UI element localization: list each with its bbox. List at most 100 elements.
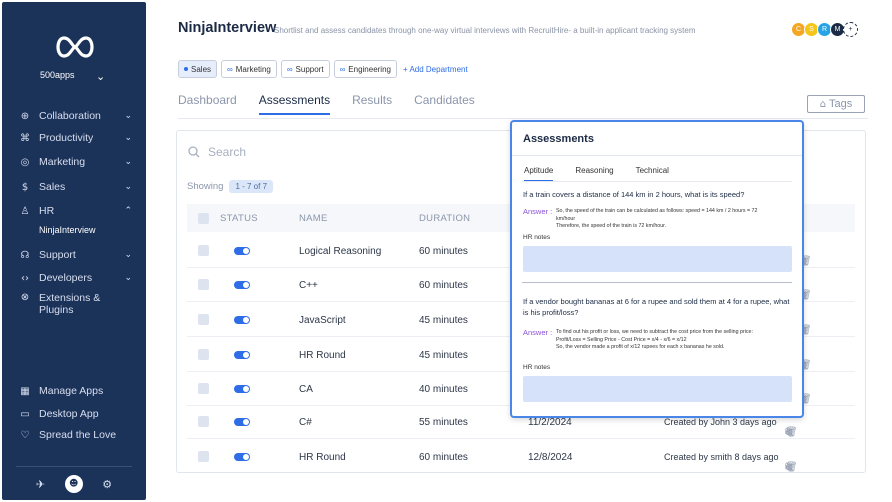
sidebar-footer: ✈ ☻ ⚙ xyxy=(2,472,146,496)
tags-button[interactable]: ⌂ Tags xyxy=(807,95,865,113)
chevron-down-icon: ⌄ xyxy=(124,133,132,143)
sidebar-item-marketing[interactable]: ◎ Marketing ⌄ xyxy=(18,153,136,171)
search-bar[interactable]: Search xyxy=(188,145,246,159)
column-duration[interactable]: DURATION xyxy=(419,213,470,224)
status-toggle[interactable] xyxy=(234,418,250,426)
sidebar-item-desktop-app[interactable]: ▭ Desktop App xyxy=(18,405,136,423)
assessment-name: C++ xyxy=(299,280,318,291)
assessments-popup: Assessments Aptitude Reasoning Technical… xyxy=(510,120,804,418)
search-input[interactable]: Search xyxy=(208,145,246,159)
sidebar-item-manage-apps[interactable]: ▦ Manage Apps xyxy=(18,382,136,400)
sidebar-item-developers[interactable]: ‹› Developers ⌄ xyxy=(18,269,136,287)
hr-notes-field[interactable] xyxy=(523,376,792,402)
status-toggle[interactable] xyxy=(234,385,250,393)
sidebar-item-support[interactable]: ☊ Support ⌄ xyxy=(18,246,136,264)
command-icon: ⌘ xyxy=(20,132,30,144)
assessment-duration: 60 minutes xyxy=(419,280,468,291)
500apps-logo-icon[interactable] xyxy=(52,34,98,60)
dept-chip-support[interactable]: ∞ Support xyxy=(280,60,330,78)
hr-notes-label: HR notes xyxy=(523,364,551,371)
question-divider xyxy=(522,282,792,283)
tab-dashboard[interactable]: Dashboard xyxy=(178,93,237,115)
assessment-duration: 60 minutes xyxy=(419,452,468,463)
add-department-link[interactable]: + Add Department xyxy=(403,65,468,74)
org-name[interactable]: 500apps xyxy=(40,70,75,80)
sidebar-item-label: Marketing xyxy=(39,156,86,168)
answer-line: Profit/Loss = Selling Price - Cost Price… xyxy=(556,336,687,343)
dollar-icon: $ xyxy=(21,181,29,193)
showing-range: 1 - 7 of 7 xyxy=(229,180,274,193)
add-member-icon[interactable]: + xyxy=(843,22,858,37)
status-toggle[interactable] xyxy=(234,351,250,359)
chevron-down-icon[interactable]: ⌄ xyxy=(96,70,105,83)
column-status[interactable]: STATUS xyxy=(220,213,258,224)
row-checkbox[interactable] xyxy=(198,349,209,360)
status-toggle[interactable] xyxy=(234,281,250,289)
sidebar: 500apps ⌄ ⊕ Collaboration ⌄ ⌘ Productivi… xyxy=(2,2,146,500)
row-checkbox[interactable] xyxy=(198,279,209,290)
status-toggle[interactable] xyxy=(234,453,250,461)
popup-title: Assessments xyxy=(523,133,594,145)
dept-chip-engineering[interactable]: ∞ Engineering xyxy=(333,60,397,78)
chevron-down-icon: ⌄ xyxy=(124,182,132,192)
hr-notes-field[interactable] xyxy=(523,246,792,272)
chevron-down-icon: ⌄ xyxy=(124,250,132,260)
select-all-checkbox[interactable] xyxy=(198,213,209,224)
dept-chip-sales[interactable]: Sales xyxy=(178,60,218,78)
tab-candidates[interactable]: Candidates xyxy=(414,93,475,115)
tab-results[interactable]: Results xyxy=(352,93,392,115)
sidebar-subitem-ninjainterview[interactable]: NinjaInterview xyxy=(39,225,96,235)
dept-chip-marketing[interactable]: ∞ Marketing xyxy=(221,60,277,78)
chip-label: Sales xyxy=(191,64,212,74)
search-icon xyxy=(188,146,200,158)
row-checkbox[interactable] xyxy=(198,383,209,394)
created-by: Created by John 3 days ago xyxy=(664,417,777,427)
hr-notes-label: HR notes xyxy=(523,234,551,241)
row-checkbox[interactable] xyxy=(198,314,209,325)
status-toggle[interactable] xyxy=(234,316,250,324)
assessment-name: Logical Reasoning xyxy=(299,246,382,257)
tab-assessments[interactable]: Assessments xyxy=(258,93,331,115)
row-checkbox[interactable] xyxy=(198,451,209,462)
sidebar-item-label: Manage Apps xyxy=(39,385,104,397)
sidebar-item-label: Spread the Love xyxy=(39,429,117,441)
team-avatars: C S R M + xyxy=(791,22,858,37)
chip-label: Marketing xyxy=(235,64,271,74)
sidebar-item-label: Sales xyxy=(39,181,66,193)
chip-label: Support xyxy=(295,64,324,74)
status-toggle[interactable] xyxy=(234,247,250,255)
sidebar-item-spread-love[interactable]: ♡ Spread the Love xyxy=(18,426,136,444)
column-name[interactable]: NAME xyxy=(299,213,328,224)
trash-icon[interactable]: 🗑 xyxy=(785,427,798,438)
table-row[interactable]: HR Round 60 minutes 12/8/2024 Created by… xyxy=(187,440,855,474)
assessment-duration: 45 minutes xyxy=(419,350,468,361)
sidebar-item-sales[interactable]: $ Sales ⌄ xyxy=(18,178,136,196)
assessment-name: HR Round xyxy=(299,452,346,463)
row-checkbox[interactable] xyxy=(198,245,209,256)
rocket-icon[interactable]: ✈ xyxy=(36,478,45,491)
plugin-icon: ⊗ xyxy=(20,292,30,303)
globe-icon: ⊕ xyxy=(20,110,30,122)
chevron-up-icon: ⌃ xyxy=(124,206,132,216)
tab-technical[interactable]: Technical xyxy=(636,166,669,181)
sidebar-item-label: Collaboration xyxy=(39,110,101,122)
sidebar-item-productivity[interactable]: ⌘ Productivity ⌄ xyxy=(18,129,136,147)
sidebar-item-label: Desktop App xyxy=(39,408,99,420)
user-avatar[interactable]: ☻ xyxy=(64,475,83,493)
row-checkbox[interactable] xyxy=(198,416,209,427)
trash-icon[interactable]: 🗑 xyxy=(785,462,798,473)
tag-icon: ⌂ xyxy=(819,98,827,110)
showing-label: Showing xyxy=(187,181,224,192)
assessment-date: 11/2/2024 xyxy=(528,417,572,428)
sidebar-item-hr[interactable]: ♙ HR ⌃ xyxy=(18,202,136,220)
sidebar-item-collaboration[interactable]: ⊕ Collaboration ⌄ xyxy=(18,107,136,125)
tab-aptitude[interactable]: Aptitude xyxy=(524,166,554,181)
gear-icon[interactable]: ⚙ xyxy=(102,478,112,491)
page-title: NinjaInterview xyxy=(178,20,277,36)
chevron-down-icon: ⌄ xyxy=(124,111,132,121)
sidebar-item-extensions[interactable]: ⊗ Extensions & Plugins xyxy=(18,292,136,320)
sidebar-item-label: Support xyxy=(39,249,76,261)
question-text: If a train covers a distance of 144 km i… xyxy=(523,190,745,199)
tab-reasoning[interactable]: Reasoning xyxy=(575,166,613,181)
target-icon: ◎ xyxy=(20,156,30,168)
